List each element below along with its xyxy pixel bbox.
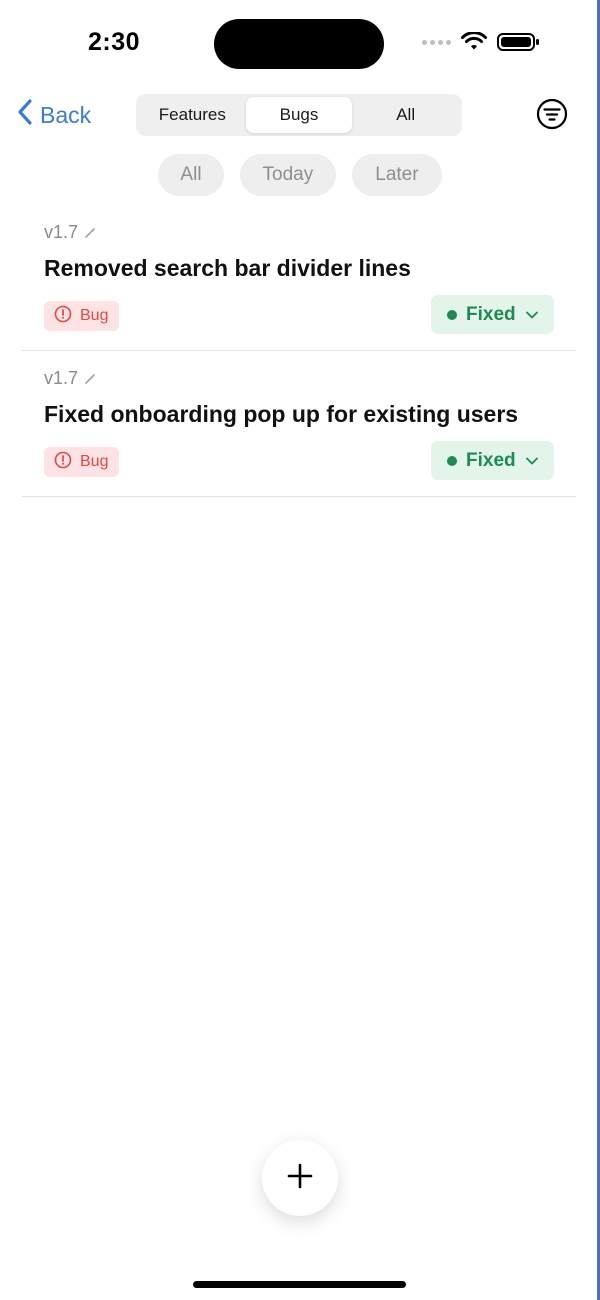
segment-all[interactable]: All [352, 97, 459, 133]
chip-today[interactable]: Today [239, 154, 337, 196]
status-dropdown[interactable]: Fixed [431, 295, 554, 334]
category-segmented-control: Features Bugs All [136, 94, 462, 136]
filter-icon [536, 98, 568, 134]
time-filter-chips: All Today Later [0, 154, 600, 196]
back-button[interactable]: Back [16, 98, 91, 132]
filter-button[interactable] [536, 98, 568, 130]
chevron-down-icon [525, 456, 539, 466]
dynamic-island [214, 19, 384, 69]
status-dot [447, 455, 457, 466]
status-dropdown[interactable]: Fixed [431, 441, 554, 480]
segment-bugs[interactable]: Bugs [245, 97, 353, 133]
pencil-icon [84, 373, 96, 385]
status-dot [447, 309, 457, 320]
add-button[interactable] [262, 1140, 338, 1216]
bug-list: v1.7 Removed search bar divider lines Bu… [22, 205, 576, 497]
version-text: v1.7 [44, 368, 79, 388]
bug-tag: Bug [44, 447, 120, 477]
chevron-down-icon [525, 310, 539, 320]
cellular-signal-icon [422, 39, 451, 45]
version-text: v1.7 [44, 222, 79, 242]
tag-label: Bug [80, 307, 109, 324]
list-item[interactable]: v1.7 Removed search bar divider lines Bu… [22, 205, 576, 351]
item-title: Fixed onboarding pop up for existing use… [44, 401, 519, 427]
status-label: Fixed [466, 449, 516, 471]
item-title: Removed search bar divider lines [44, 255, 411, 281]
back-label: Back [40, 101, 92, 128]
alert-circle-icon [54, 305, 72, 328]
bug-tag: Bug [44, 301, 120, 331]
wifi-icon [461, 32, 487, 52]
battery-icon [497, 32, 541, 52]
app-screen: 2:30 Back Features Bugs All All Today La… [0, 0, 600, 1300]
pencil-icon [84, 227, 96, 239]
segment-features[interactable]: Features [139, 97, 246, 133]
alert-circle-icon [54, 451, 72, 474]
tag-label: Bug [80, 453, 109, 470]
plus-icon [286, 1162, 314, 1195]
list-item[interactable]: v1.7 Fixed onboarding pop up for existin… [22, 351, 576, 497]
status-time: 2:30 [88, 28, 141, 56]
chevron-left-icon [16, 98, 34, 132]
chip-all[interactable]: All [158, 154, 224, 196]
home-indicator[interactable] [193, 1281, 406, 1288]
status-label: Fixed [466, 303, 516, 325]
version-label[interactable]: v1.7 [44, 222, 96, 243]
chip-later[interactable]: Later [352, 154, 442, 196]
status-icons [422, 32, 541, 52]
version-label[interactable]: v1.7 [44, 368, 96, 389]
